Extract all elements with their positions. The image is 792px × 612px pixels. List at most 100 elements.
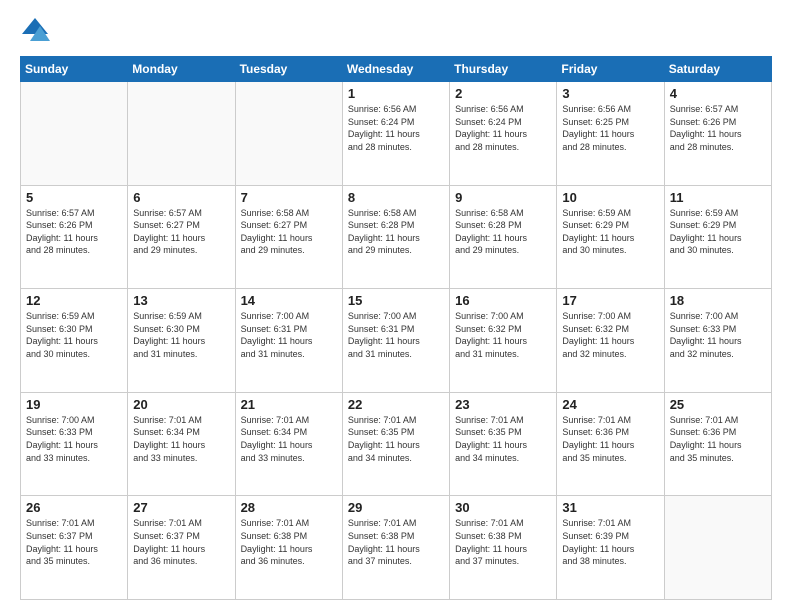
day-number: 13 <box>133 293 229 308</box>
day-number: 23 <box>455 397 551 412</box>
day-info: Sunrise: 7:01 AM Sunset: 6:37 PM Dayligh… <box>133 517 229 567</box>
day-info: Sunrise: 7:01 AM Sunset: 6:36 PM Dayligh… <box>670 414 766 464</box>
day-info: Sunrise: 7:01 AM Sunset: 6:38 PM Dayligh… <box>241 517 337 567</box>
calendar-cell: 1 Sunrise: 6:56 AM Sunset: 6:24 PM Daylig… <box>342 82 449 186</box>
day-number: 1 <box>348 86 444 101</box>
day-info: Sunrise: 7:00 AM Sunset: 6:32 PM Dayligh… <box>455 310 551 360</box>
day-number: 11 <box>670 190 766 205</box>
day-number: 2 <box>455 86 551 101</box>
day-number: 10 <box>562 190 658 205</box>
day-number: 16 <box>455 293 551 308</box>
day-info: Sunrise: 7:01 AM Sunset: 6:38 PM Dayligh… <box>348 517 444 567</box>
calendar-cell: 27 Sunrise: 7:01 AM Sunset: 6:37 PM Dayli… <box>128 496 235 600</box>
page: SundayMondayTuesdayWednesdayThursdayFrid… <box>0 0 792 612</box>
day-number: 14 <box>241 293 337 308</box>
calendar-cell <box>21 82 128 186</box>
day-info: Sunrise: 6:58 AM Sunset: 6:28 PM Dayligh… <box>348 207 444 257</box>
calendar-cell: 2 Sunrise: 6:56 AM Sunset: 6:24 PM Daylig… <box>450 82 557 186</box>
day-number: 28 <box>241 500 337 515</box>
logo <box>20 16 54 46</box>
header <box>20 16 772 46</box>
day-info: Sunrise: 7:01 AM Sunset: 6:35 PM Dayligh… <box>455 414 551 464</box>
calendar-cell <box>664 496 771 600</box>
day-info: Sunrise: 7:01 AM Sunset: 6:39 PM Dayligh… <box>562 517 658 567</box>
weekday-header-sunday: Sunday <box>21 57 128 82</box>
day-info: Sunrise: 6:58 AM Sunset: 6:27 PM Dayligh… <box>241 207 337 257</box>
calendar-cell: 23 Sunrise: 7:01 AM Sunset: 6:35 PM Dayli… <box>450 392 557 496</box>
calendar-cell <box>128 82 235 186</box>
calendar-cell: 8 Sunrise: 6:58 AM Sunset: 6:28 PM Daylig… <box>342 185 449 289</box>
day-info: Sunrise: 6:57 AM Sunset: 6:27 PM Dayligh… <box>133 207 229 257</box>
calendar-cell: 26 Sunrise: 7:01 AM Sunset: 6:37 PM Dayli… <box>21 496 128 600</box>
day-info: Sunrise: 7:01 AM Sunset: 6:34 PM Dayligh… <box>133 414 229 464</box>
day-info: Sunrise: 6:57 AM Sunset: 6:26 PM Dayligh… <box>26 207 122 257</box>
calendar-cell: 18 Sunrise: 7:00 AM Sunset: 6:33 PM Dayli… <box>664 289 771 393</box>
day-info: Sunrise: 6:56 AM Sunset: 6:24 PM Dayligh… <box>348 103 444 153</box>
calendar-week-2: 12 Sunrise: 6:59 AM Sunset: 6:30 PM Dayli… <box>21 289 772 393</box>
day-number: 22 <box>348 397 444 412</box>
day-info: Sunrise: 6:56 AM Sunset: 6:25 PM Dayligh… <box>562 103 658 153</box>
day-info: Sunrise: 6:56 AM Sunset: 6:24 PM Dayligh… <box>455 103 551 153</box>
day-number: 4 <box>670 86 766 101</box>
day-number: 17 <box>562 293 658 308</box>
calendar-cell: 19 Sunrise: 7:00 AM Sunset: 6:33 PM Dayli… <box>21 392 128 496</box>
calendar-cell: 22Sunrise: 7:01 AM Sunset: 6:35 PM Dayli… <box>342 392 449 496</box>
day-number: 27 <box>133 500 229 515</box>
day-info: Sunrise: 7:00 AM Sunset: 6:33 PM Dayligh… <box>26 414 122 464</box>
calendar-cell: 7 Sunrise: 6:58 AM Sunset: 6:27 PM Daylig… <box>235 185 342 289</box>
calendar-cell: 10 Sunrise: 6:59 AM Sunset: 6:29 PM Dayli… <box>557 185 664 289</box>
day-number: 21 <box>241 397 337 412</box>
calendar-cell: 14 Sunrise: 7:00 AM Sunset: 6:31 PM Dayli… <box>235 289 342 393</box>
day-number: 3 <box>562 86 658 101</box>
day-info: Sunrise: 7:00 AM Sunset: 6:31 PM Dayligh… <box>241 310 337 360</box>
day-number: 31 <box>562 500 658 515</box>
weekday-header-friday: Friday <box>557 57 664 82</box>
calendar-cell: 15 Sunrise: 7:00 AM Sunset: 6:31 PM Dayli… <box>342 289 449 393</box>
calendar-cell: 17 Sunrise: 7:00 AM Sunset: 6:32 PM Dayli… <box>557 289 664 393</box>
day-number: 18 <box>670 293 766 308</box>
calendar-table: SundayMondayTuesdayWednesdayThursdayFrid… <box>20 56 772 600</box>
day-info: Sunrise: 6:59 AM Sunset: 6:30 PM Dayligh… <box>133 310 229 360</box>
calendar-week-4: 26 Sunrise: 7:01 AM Sunset: 6:37 PM Dayli… <box>21 496 772 600</box>
calendar-week-0: 1 Sunrise: 6:56 AM Sunset: 6:24 PM Daylig… <box>21 82 772 186</box>
weekday-header-monday: Monday <box>128 57 235 82</box>
day-number: 8 <box>348 190 444 205</box>
calendar-cell: 24 Sunrise: 7:01 AM Sunset: 6:36 PM Dayli… <box>557 392 664 496</box>
day-number: 12 <box>26 293 122 308</box>
day-number: 24 <box>562 397 658 412</box>
calendar-cell: 4Sunrise: 6:57 AM Sunset: 6:26 PM Daylig… <box>664 82 771 186</box>
weekday-header-thursday: Thursday <box>450 57 557 82</box>
calendar-cell: 28 Sunrise: 7:01 AM Sunset: 6:38 PM Dayli… <box>235 496 342 600</box>
calendar-week-1: 5 Sunrise: 6:57 AM Sunset: 6:26 PM Daylig… <box>21 185 772 289</box>
day-info: Sunrise: 7:01 AM Sunset: 6:38 PM Dayligh… <box>455 517 551 567</box>
day-number: 30 <box>455 500 551 515</box>
day-number: 19 <box>26 397 122 412</box>
day-number: 5 <box>26 190 122 205</box>
calendar-cell: 20Sunrise: 7:01 AM Sunset: 6:34 PM Dayli… <box>128 392 235 496</box>
day-number: 25 <box>670 397 766 412</box>
calendar-cell: 29 Sunrise: 7:01 AM Sunset: 6:38 PM Dayli… <box>342 496 449 600</box>
day-info: Sunrise: 6:59 AM Sunset: 6:29 PM Dayligh… <box>562 207 658 257</box>
weekday-header-saturday: Saturday <box>664 57 771 82</box>
calendar-cell: 21Sunrise: 7:01 AM Sunset: 6:34 PM Dayli… <box>235 392 342 496</box>
calendar-cell: 16 Sunrise: 7:00 AM Sunset: 6:32 PM Dayli… <box>450 289 557 393</box>
day-number: 26 <box>26 500 122 515</box>
logo-icon <box>20 16 50 46</box>
day-number: 15 <box>348 293 444 308</box>
calendar-cell: 9Sunrise: 6:58 AM Sunset: 6:28 PM Daylig… <box>450 185 557 289</box>
day-info: Sunrise: 7:01 AM Sunset: 6:36 PM Dayligh… <box>562 414 658 464</box>
day-number: 7 <box>241 190 337 205</box>
day-info: Sunrise: 7:00 AM Sunset: 6:32 PM Dayligh… <box>562 310 658 360</box>
day-info: Sunrise: 7:00 AM Sunset: 6:31 PM Dayligh… <box>348 310 444 360</box>
calendar-cell: 13 Sunrise: 6:59 AM Sunset: 6:30 PM Dayli… <box>128 289 235 393</box>
calendar-cell: 12Sunrise: 6:59 AM Sunset: 6:30 PM Dayli… <box>21 289 128 393</box>
day-number: 29 <box>348 500 444 515</box>
calendar-cell: 6Sunrise: 6:57 AM Sunset: 6:27 PM Daylig… <box>128 185 235 289</box>
weekday-header-tuesday: Tuesday <box>235 57 342 82</box>
day-info: Sunrise: 7:01 AM Sunset: 6:37 PM Dayligh… <box>26 517 122 567</box>
calendar-cell: 11 Sunrise: 6:59 AM Sunset: 6:29 PM Dayli… <box>664 185 771 289</box>
day-info: Sunrise: 6:59 AM Sunset: 6:29 PM Dayligh… <box>670 207 766 257</box>
day-info: Sunrise: 7:00 AM Sunset: 6:33 PM Dayligh… <box>670 310 766 360</box>
calendar-cell: 30 Sunrise: 7:01 AM Sunset: 6:38 PM Dayli… <box>450 496 557 600</box>
calendar-cell: 25 Sunrise: 7:01 AM Sunset: 6:36 PM Dayli… <box>664 392 771 496</box>
